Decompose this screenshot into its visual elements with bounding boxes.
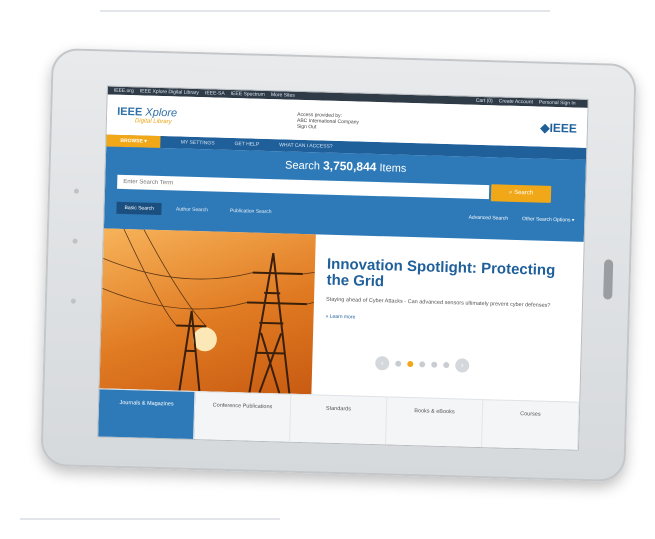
search-scope-tab[interactable]: Author Search [168, 203, 216, 216]
browse-label: BROWSE [120, 137, 143, 145]
tablet-device: IEEE.org IEEE Xplore Digital Library IEEE-… [40, 47, 637, 483]
learn-more-link[interactable]: » Learn more [325, 314, 565, 327]
carousel-dot[interactable] [407, 360, 414, 368]
content-type-tab[interactable]: Conference Publications [194, 392, 292, 443]
search-icon: ⌕ [508, 189, 513, 196]
power-grid-image [99, 228, 316, 395]
utility-link[interactable]: IEEE-SA [205, 90, 225, 97]
other-search-options-label: Other Search Options [522, 216, 571, 224]
search-scope-row: Basic Search Author Search Publication Sea… [116, 201, 575, 227]
utility-link[interactable]: Create Account [499, 98, 533, 105]
utility-link[interactable]: More Sites [271, 92, 295, 99]
chevron-down-icon: ▾ [571, 217, 575, 224]
bezel-sensor [72, 238, 78, 244]
search-button[interactable]: ⌕ Search [490, 184, 552, 203]
search-extra-links: Advanced Search Other Search Options ▾ [469, 215, 575, 224]
search-scopes: Basic Search Author Search Publication Sea… [116, 201, 285, 219]
logo-ieee-text: IEEE [117, 105, 143, 119]
carousel-controls: ‹ › [375, 356, 470, 373]
scan-line-bottom [20, 518, 280, 520]
carousel-prev-button[interactable]: ‹ [375, 356, 390, 371]
carousel-dot[interactable] [395, 360, 402, 367]
nav-item[interactable]: GET HELP [234, 141, 259, 148]
utility-link[interactable]: IEEE.org [114, 88, 134, 95]
nav-item[interactable]: MY SETTINGS [181, 140, 215, 147]
bezel-sensor [73, 188, 80, 194]
hero-carousel: Innovation Spotlight: Protecting the Gri… [99, 228, 583, 401]
utility-link[interactable]: Cart (0) [476, 98, 493, 104]
search-scope-tab[interactable]: Basic Search [116, 201, 163, 216]
search-panel: Search 3,750,844 Items ⌕ Search Basic Se… [103, 146, 587, 242]
search-button-label: Search [514, 189, 534, 197]
carousel-dot[interactable] [419, 361, 426, 368]
carousel-dots [395, 360, 450, 369]
bezel-sensor [70, 298, 76, 304]
other-search-options-link[interactable]: Other Search Options ▾ [522, 216, 574, 223]
search-scope-tab[interactable]: Publication Search [222, 205, 280, 219]
utility-link[interactable]: Personal Sign In [539, 100, 576, 107]
search-heading-prefix: Search [284, 159, 321, 173]
search-heading-suffix: Items [379, 162, 407, 175]
logo-xplore-text: Xplore [145, 106, 178, 120]
carousel-dot[interactable] [431, 361, 438, 368]
content-type-tab[interactable]: Journals & Magazines [98, 389, 196, 441]
learn-more-label: Learn more [329, 313, 356, 321]
tablet-screen: IEEE.org IEEE Xplore Digital Library IEEE-… [97, 85, 589, 451]
search-input[interactable] [117, 174, 490, 200]
search-item-count: 3,750,844 [322, 158, 377, 175]
utility-link[interactable]: IEEE Spectrum [231, 91, 265, 98]
content-type-tab[interactable]: Standards [290, 394, 388, 446]
home-button[interactable] [603, 259, 614, 300]
access-info: Access provided by: ABC International Co… [297, 112, 359, 132]
ieee-xplore-logo[interactable]: IEEE Xplore Digital Library [117, 106, 177, 126]
carousel-next-button[interactable]: › [455, 358, 470, 373]
logo-tagline: Digital Library [134, 118, 172, 126]
diamond-icon: ◆ [540, 120, 550, 135]
hero-content: Innovation Spotlight: Protecting the Gri… [325, 255, 567, 327]
hero-description: Staying ahead of Cyber Attacks - Can adv… [325, 296, 551, 309]
ieee-brand-text: IEEE [549, 120, 578, 136]
nav-item[interactable]: WHAT CAN I ACCESS? [279, 142, 333, 149]
ieee-brand-logo[interactable]: ◆IEEE [540, 121, 577, 136]
carousel-dot[interactable] [443, 361, 450, 369]
scan-line-top [100, 10, 550, 12]
power-tower-illustration [102, 228, 315, 394]
hero-title: Innovation Spotlight: Protecting the Gri… [326, 255, 556, 291]
advanced-search-link[interactable]: Advanced Search [469, 215, 509, 222]
content-type-tab[interactable]: Books & eBooks [385, 397, 484, 449]
content-type-tab[interactable]: Courses [481, 400, 580, 451]
